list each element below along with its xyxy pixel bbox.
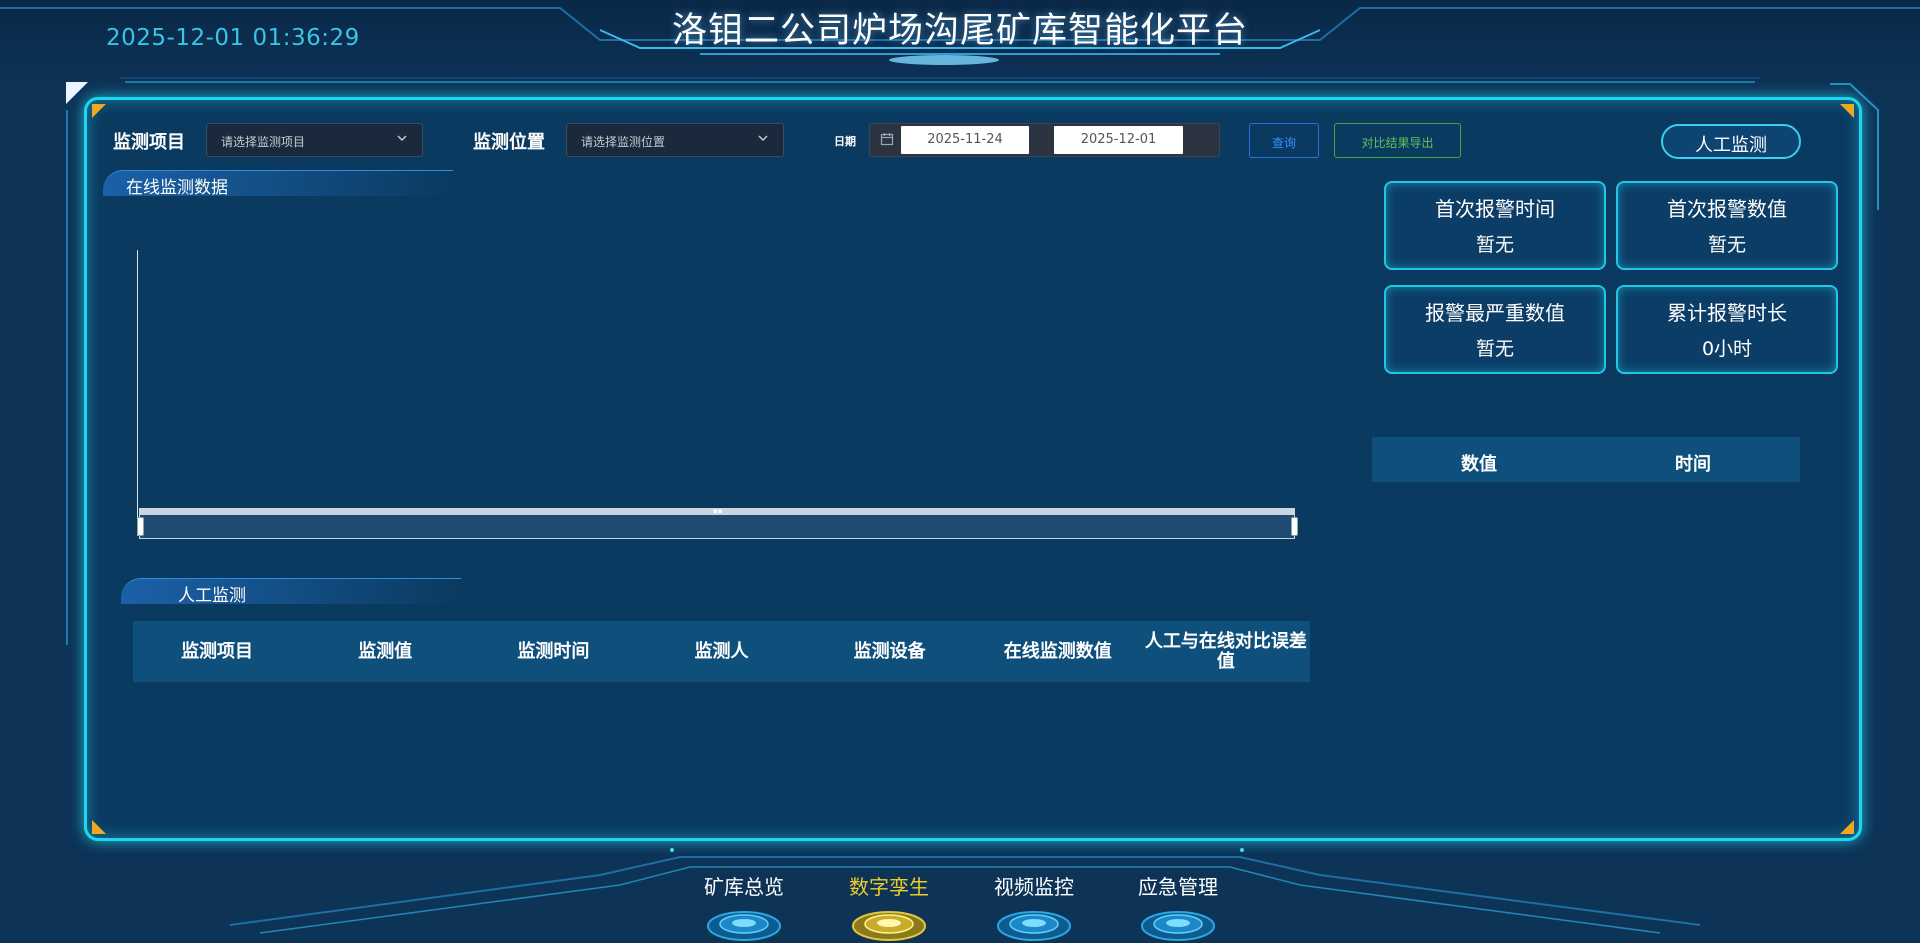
frame-left-line xyxy=(66,110,68,645)
monitor-position-select[interactable]: 请选择监测位置 xyxy=(566,123,784,157)
corner-marker-bottom-left xyxy=(92,820,106,834)
stat-card-total-alarm-duration: 累计报警时长 0小时 xyxy=(1616,285,1838,374)
frame-top-line xyxy=(125,81,1755,83)
column-header[interactable]: 在线监测数值 xyxy=(974,621,1142,682)
column-header[interactable]: 监测时间 xyxy=(469,621,637,682)
manual-monitoring-section-title: 人工监测 xyxy=(121,578,461,606)
chevron-down-icon xyxy=(758,135,768,142)
stat-value: 暂无 xyxy=(1475,234,1514,256)
nav-disc-icon xyxy=(997,911,1071,941)
calendar-icon xyxy=(880,133,894,146)
monitor-item-label: 监测项目 xyxy=(113,132,185,153)
date-end-input[interactable]: 2025-12-01 xyxy=(1054,126,1183,154)
stat-title: 累计报警时长 xyxy=(1667,301,1787,325)
alarm-table-header: 数值 时间 xyxy=(1372,437,1800,482)
query-button[interactable]: 查询 xyxy=(1249,123,1319,158)
column-header[interactable]: 监测人 xyxy=(637,621,805,682)
monitor-position-placeholder: 请选择监测位置 xyxy=(581,135,666,149)
monitor-item-select[interactable]: 请选择监测项目 xyxy=(206,123,423,157)
nav-label: 视频监控 xyxy=(994,875,1074,899)
nav-item-emergency-management[interactable]: 应急管理 xyxy=(1118,871,1238,943)
nav-label-active: 数字孪生 xyxy=(849,875,929,899)
nav-item-video-monitoring[interactable]: 视频监控 xyxy=(974,871,1094,943)
corner-marker-top-right xyxy=(1840,104,1854,118)
column-header[interactable]: 人工与在线对比误差值 xyxy=(1142,621,1310,682)
corner-marker-white xyxy=(66,82,88,104)
nav-disc-icon-active xyxy=(852,911,926,941)
nav-label: 矿库总览 xyxy=(704,875,784,899)
nav-disc-icon xyxy=(1141,911,1215,941)
manual-monitoring-button[interactable]: 人工监测 xyxy=(1661,124,1801,159)
stat-title: 首次报警数值 xyxy=(1667,197,1787,221)
stat-card-first-alarm-value: 首次报警数值 暂无 xyxy=(1616,181,1838,270)
datazoom-right-handle[interactable] xyxy=(1291,517,1298,536)
page-title: 洛钼二公司炉场沟尾矿库智能化平台 xyxy=(671,11,1248,51)
date-start-input[interactable]: 2025-11-24 xyxy=(901,126,1029,154)
bottom-nav-frame-decoration xyxy=(229,848,1701,934)
corner-marker-bottom-right xyxy=(1840,820,1854,834)
stat-card-most-severe-alarm: 报警最严重数值 暂无 xyxy=(1384,285,1606,374)
stat-card-first-alarm-time: 首次报警时间 暂无 xyxy=(1384,181,1606,270)
date-label: 日期 xyxy=(834,135,856,148)
monitor-position-label: 监测位置 xyxy=(473,132,545,153)
column-header[interactable]: 时间 xyxy=(1586,437,1800,482)
datazoom-grip-icon[interactable]: ▪▪ xyxy=(713,508,723,515)
datazoom-left-handle[interactable] xyxy=(137,517,144,536)
monitor-item-placeholder: 请选择监测项目 xyxy=(221,135,306,149)
chevron-down-icon xyxy=(397,135,407,142)
nav-disc-icon xyxy=(707,911,781,941)
chart-y-axis xyxy=(137,250,138,536)
stat-title: 报警最严重数值 xyxy=(1425,301,1565,325)
column-header[interactable]: 监测设备 xyxy=(806,621,974,682)
stat-value: 暂无 xyxy=(1707,234,1746,256)
online-monitoring-section-title: 在线监测数据 xyxy=(103,170,453,198)
current-datetime: 2025-12-01 01:36:29 xyxy=(106,25,360,51)
column-header[interactable]: 监测项目 xyxy=(133,621,301,682)
column-header[interactable]: 监测值 xyxy=(301,621,469,682)
stat-title: 首次报警时间 xyxy=(1435,197,1555,221)
export-comparison-button[interactable]: 对比结果导出 xyxy=(1334,123,1461,158)
corner-marker-top-left xyxy=(92,104,106,118)
stat-value: 暂无 xyxy=(1475,338,1514,360)
column-header[interactable]: 数值 xyxy=(1372,437,1586,482)
nav-item-digital-twin[interactable]: 数字孪生 xyxy=(829,871,949,943)
manual-table-header: 监测项目 监测值 监测时间 监测人 监测设备 在线监测数值 人工与在线对比误差值 xyxy=(133,621,1310,682)
nav-item-overview[interactable]: 矿库总览 xyxy=(684,871,804,943)
stat-value: 0小时 xyxy=(1701,338,1753,360)
nav-label: 应急管理 xyxy=(1138,875,1218,899)
